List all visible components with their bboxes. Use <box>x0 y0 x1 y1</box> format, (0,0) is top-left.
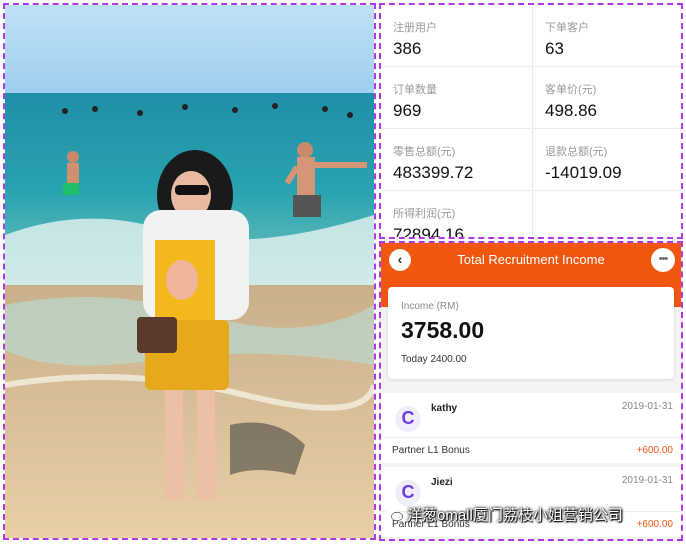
stat-label: 注册用户 <box>393 22 437 34</box>
bonus-label: Partner L1 Bonus <box>392 445 470 456</box>
stat-value: 498.86 <box>545 101 597 120</box>
stat-label: 订单数量 <box>393 84 437 96</box>
stat-label: 所得利润(元) <box>393 208 456 220</box>
income-card: Income (RM) 3758.00 Today 2400.00 <box>388 287 674 379</box>
stat-value: 72894.16 <box>393 225 464 239</box>
stat-value: 483399.72 <box>393 163 474 182</box>
partner-name: Jiezi <box>431 477 453 488</box>
stat-value: 386 <box>393 39 422 58</box>
stat-label: 退款总额(元) <box>545 146 608 158</box>
entry-detail: Partner L1 Bonus +600.00 <box>381 437 681 463</box>
bonus-amount: +600.00 <box>636 519 673 530</box>
income-amount: 3758.00 <box>401 317 485 343</box>
page-title: Total Recruitment Income <box>457 252 605 267</box>
stat-label: 零售总额(元) <box>393 146 456 158</box>
stat-profit: 所得利润(元) 72894.16 <box>381 191 531 239</box>
stat-value: 63 <box>545 39 564 58</box>
stat-label: 客单价(元) <box>545 84 597 96</box>
stat-ordering-customers: 下单客户 63 <box>532 5 681 67</box>
beach-photo <box>3 3 376 540</box>
stat-value: -14019.09 <box>545 163 622 182</box>
stat-refund-total: 退款总额(元) -14019.09 <box>532 129 681 191</box>
stat-registered-users: 注册用户 386 <box>381 5 531 67</box>
stat-avg-order-value: 客单价(元) 498.86 <box>532 67 681 129</box>
entry-date: 2019-01-31 <box>621 475 673 486</box>
partner-logo-icon: C <box>395 480 421 506</box>
entry-date: 2019-01-31 <box>621 401 673 412</box>
beach-photo-illustration <box>5 5 374 538</box>
recruitment-income-app: ‹ Total Recruitment Income ••• Income (R… <box>379 241 683 541</box>
partner-logo-icon: C <box>395 406 421 432</box>
more-options-icon[interactable]: ••• <box>651 248 675 272</box>
stat-empty-cell <box>532 191 681 237</box>
stat-value: 969 <box>393 101 422 120</box>
wechat-icon <box>385 509 403 522</box>
watermark-text: 洋葱omall厦门荔枝小姐营销公司 <box>407 507 623 524</box>
app-header: ‹ Total Recruitment Income ••• <box>381 243 681 277</box>
stat-order-count: 订单数量 969 <box>381 67 531 129</box>
stats-panel: 注册用户 386 下单客户 63 订单数量 969 客单价(元) 498.86 … <box>379 3 683 239</box>
entry-header: C kathy 2019-01-31 <box>381 393 681 437</box>
income-label: Income (RM) <box>401 301 459 312</box>
partner-name: kathy <box>431 403 458 414</box>
stat-retail-total: 零售总额(元) 483399.72 <box>381 129 531 191</box>
watermark: 洋葱omall厦门荔枝小姐营销公司 <box>385 504 623 524</box>
today-income: Today 2400.00 <box>401 354 467 365</box>
stat-label: 下单客户 <box>545 22 589 34</box>
bonus-amount: +600.00 <box>636 445 673 456</box>
